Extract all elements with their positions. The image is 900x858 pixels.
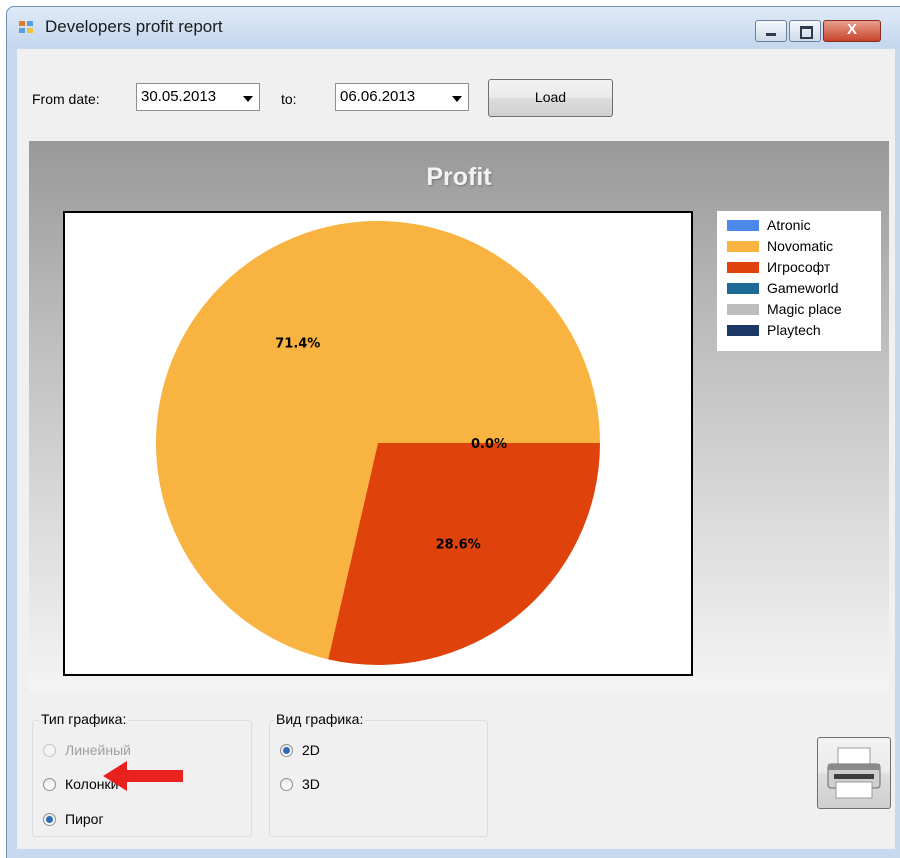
from-date-label: From date: xyxy=(32,91,100,107)
radio-button[interactable] xyxy=(43,778,56,791)
legend-label: Atronic xyxy=(767,217,811,233)
radio-checked-icon xyxy=(46,816,53,823)
minimize-icon xyxy=(766,33,776,36)
legend-swatch xyxy=(727,262,759,273)
red-arrow-icon xyxy=(103,761,183,791)
legend-label: Magic place xyxy=(767,301,842,317)
pie-data-label: 71.4% xyxy=(275,336,320,351)
maximize-icon xyxy=(800,26,813,39)
client-area: From date: 30.05.2013 to: 06.06.2013 Loa… xyxy=(17,49,895,849)
chart-type-caption: Тип графика: xyxy=(39,711,129,727)
chart-view-caption: Вид графика: xyxy=(274,711,366,727)
pie-chart: 0.0% 71.4% 28.6% xyxy=(156,220,601,665)
legend-label: Игрософт xyxy=(767,259,831,275)
legend-label: Novomatic xyxy=(767,238,834,254)
legend-label: Gameworld xyxy=(767,280,839,296)
pie-data-label: 28.6% xyxy=(436,538,481,553)
to-date-picker[interactable]: 06.06.2013 xyxy=(335,83,469,111)
load-button-label: Load xyxy=(534,89,567,105)
title-bar[interactable]: Developers profit report X xyxy=(7,7,900,47)
print-button[interactable] xyxy=(817,737,891,809)
app-window: Developers profit report X From date: 30… xyxy=(6,6,900,858)
chart-title: Profit xyxy=(426,163,492,191)
to-date-value: 06.06.2013 xyxy=(340,88,416,105)
legend-swatch xyxy=(727,241,759,252)
radio-button[interactable] xyxy=(280,778,293,791)
radio-checked-icon xyxy=(283,747,290,754)
load-button[interactable]: Load xyxy=(488,79,613,117)
close-icon: X xyxy=(846,21,857,38)
from-date-value: 30.05.2013 xyxy=(141,88,217,105)
app-icon xyxy=(19,21,35,35)
radio-button[interactable] xyxy=(43,813,56,826)
plot-area: 0.0% 71.4% 28.6% xyxy=(63,211,693,676)
radio-label: Линейный xyxy=(65,742,131,758)
minimize-button[interactable] xyxy=(755,20,787,42)
printer-icon xyxy=(827,747,881,799)
chart-area: Profit 0.0% 71.4% 28.6% Atronic Novomatic Иг… xyxy=(29,141,889,691)
radio-button[interactable] xyxy=(43,744,56,757)
pie-data-label: 0.0% xyxy=(471,437,507,452)
chart-legend: Atronic Novomatic Игрософт Gameworld Magic p… xyxy=(717,211,881,351)
radio-label: 3D xyxy=(302,776,320,792)
legend-swatch xyxy=(727,304,759,315)
legend-swatch xyxy=(727,283,759,294)
chevron-down-icon[interactable] xyxy=(452,96,462,102)
radio-label: 2D xyxy=(302,742,320,758)
legend-swatch xyxy=(727,220,759,231)
from-date-picker[interactable]: 30.05.2013 xyxy=(136,83,260,111)
legend-label: Playtech xyxy=(767,322,821,338)
radio-button[interactable] xyxy=(280,744,293,757)
close-button[interactable]: X xyxy=(823,20,881,42)
to-date-label: to: xyxy=(281,91,297,107)
radio-label: Пирог xyxy=(65,811,104,827)
legend-swatch xyxy=(727,325,759,336)
chevron-down-icon[interactable] xyxy=(243,96,253,102)
window-title: Developers profit report xyxy=(45,17,223,36)
chart-view-group: Вид графика: 2D 3D xyxy=(269,711,488,837)
maximize-button[interactable] xyxy=(789,20,821,42)
